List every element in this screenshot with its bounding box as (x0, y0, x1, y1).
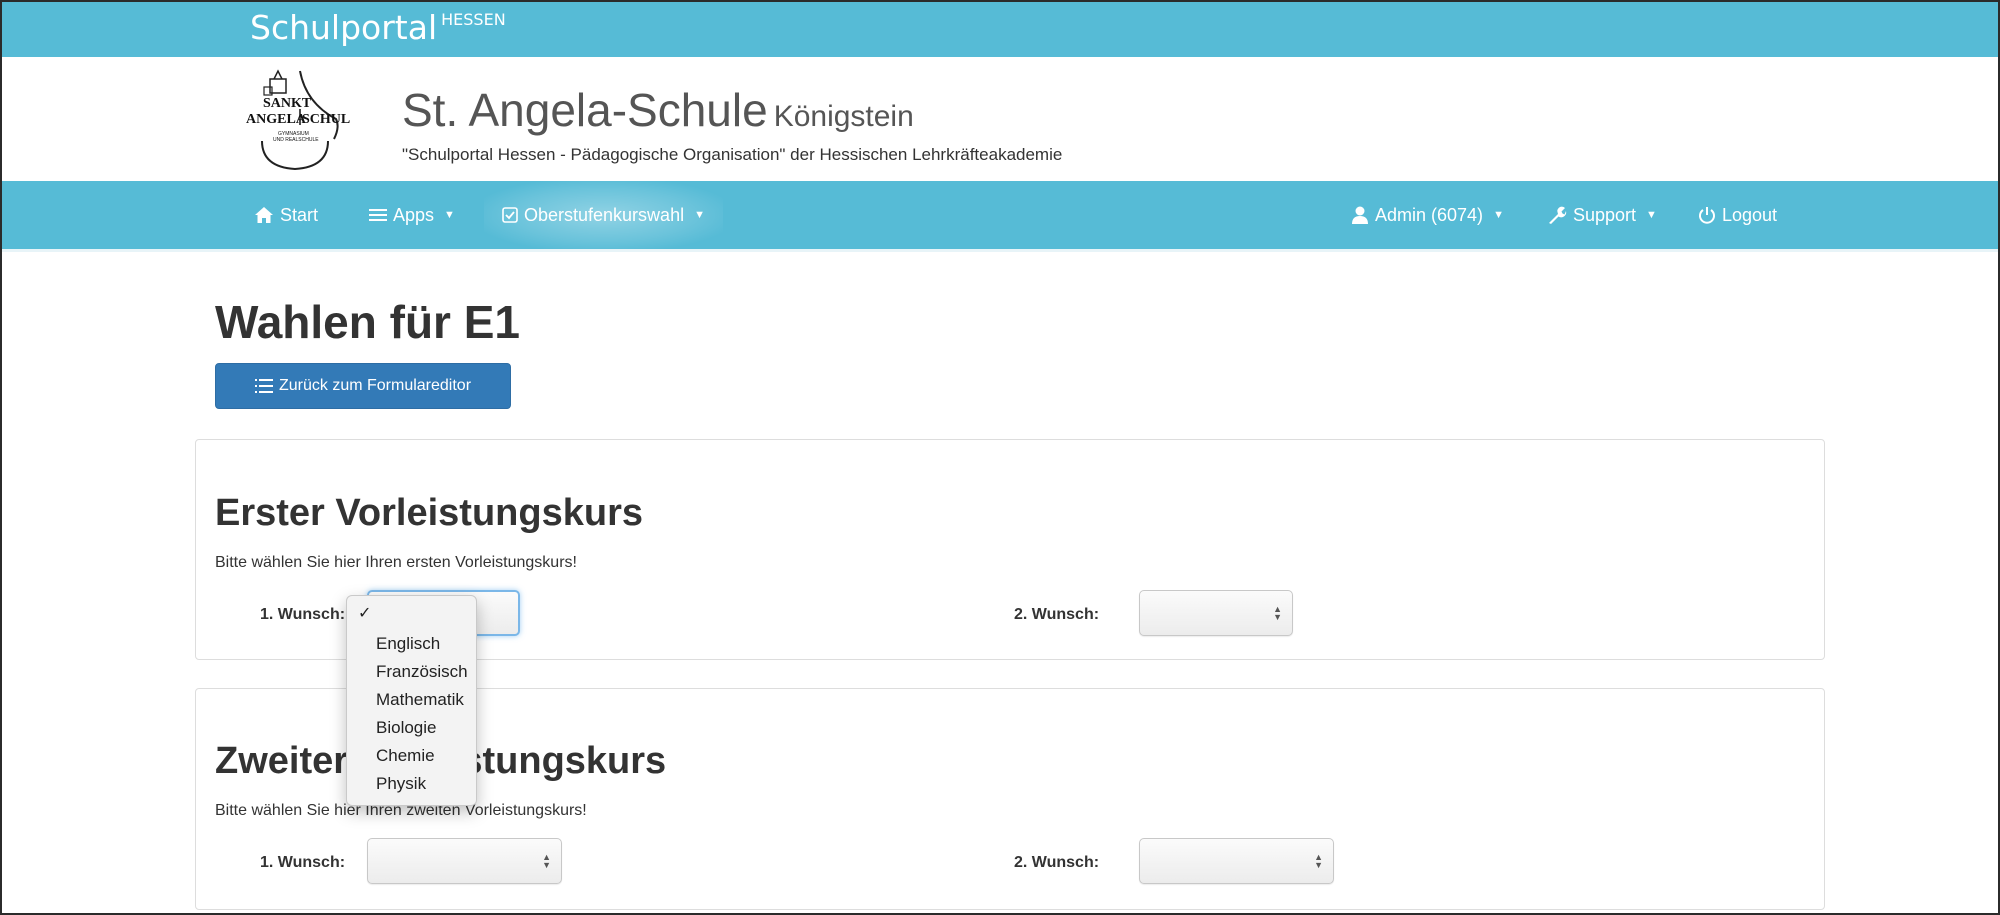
wish1-label: 1. Wunsch: (260, 854, 346, 871)
school-town: Königstein (773, 100, 914, 133)
select-arrows-icon: ▲ ▼ (1314, 852, 1323, 870)
main-navbar: Start Apps ▼ Oberstufenkurswahl ▼ Admin (6… (2, 181, 1998, 252)
dropdown-option[interactable]: Biologie (376, 714, 468, 742)
checkbox-icon (502, 207, 518, 223)
wish2-select[interactable]: ▲ ▼ (1139, 838, 1334, 884)
nav-start-label: Start (280, 205, 319, 225)
nav-apps[interactable]: Apps ▼ (369, 181, 455, 249)
wish2-label: 2. Wunsch: (1014, 854, 1100, 871)
logo-text-1: SANKT (263, 96, 312, 111)
wish2-select[interactable]: ▲ ▼ (1139, 590, 1293, 636)
wish1-dropdown-menu: ✓ Englisch Französisch Mathematik Biolog… (346, 595, 477, 806)
nav-apps-label: Apps (393, 205, 435, 225)
school-header: SANKT ANGELA SCHULE GYMNASIUM UND REALSC… (2, 57, 1998, 181)
logo-text-3: SCHULE (302, 112, 350, 127)
wish1-label: 1. Wunsch: (260, 606, 346, 623)
user-icon (1352, 206, 1368, 224)
nav-admin[interactable]: Admin (6074) ▼ (1351, 181, 1504, 249)
dropdown-option[interactable]: Englisch (376, 630, 468, 658)
portal-brand-sup: HESSEN (441, 10, 506, 29)
wrench-icon (1549, 206, 1567, 224)
menu-icon (369, 209, 387, 221)
wish1-select[interactable]: ▲ ▼ (367, 838, 562, 884)
school-logo[interactable]: SANKT ANGELA SCHULE GYMNASIUM UND REALSC… (240, 63, 350, 173)
caret-down-icon: ▼ (1493, 209, 1504, 221)
caret-down-icon: ▼ (1646, 209, 1657, 221)
dropdown-option[interactable]: Chemie (376, 742, 468, 770)
nav-support-label: Support (1573, 205, 1637, 225)
nav-support[interactable]: Support ▼ (1547, 181, 1657, 249)
dropdown-option[interactable]: Mathematik (376, 686, 468, 714)
back-to-form-editor-button[interactable]: Zurück zum Formulareditor (215, 363, 511, 409)
browser-frame: SchulportalHESSEN SANKT ANGELA SCHULE GY… (0, 0, 2000, 915)
portal-brand[interactable]: Schulportal HESSEN (250, 8, 506, 47)
page-title: Wahlen für E1 (215, 296, 520, 348)
nav-logout-label: Logout (1722, 205, 1778, 225)
nav-admin-label: Admin (6074) (1375, 205, 1484, 225)
school-name-text: St. Angela-Schule (402, 84, 768, 136)
nav-start[interactable]: Start (254, 181, 318, 249)
power-icon (1699, 207, 1715, 224)
caret-down-icon: ▼ (694, 209, 705, 221)
selected-check-icon: ✓ (358, 605, 372, 622)
school-subtitle: "Schulportal Hessen - Pädagogische Organ… (402, 145, 1063, 164)
select-arrows-icon: ▲ ▼ (542, 852, 551, 870)
portal-brand-label: Schulportal (250, 8, 438, 47)
caret-down-icon: ▼ (444, 209, 455, 221)
dropdown-options: Englisch Französisch Mathematik Biologie… (376, 630, 468, 798)
wish2-label: 2. Wunsch: (1014, 606, 1100, 623)
logo-text-5: UND REALSCHULE (273, 137, 319, 143)
dropdown-option[interactable]: Französisch (376, 658, 468, 686)
list-icon (254, 379, 273, 393)
portal-bar: Schulportal HESSEN (2, 2, 1998, 57)
nav-oberstufenkurswahl[interactable]: Oberstufenkurswahl ▼ (484, 181, 723, 249)
section-heading: Erster Vorleistungskurs (215, 492, 644, 534)
section-text: Bitte wählen Sie hier Ihren ersten Vorle… (215, 554, 577, 571)
back-button-label: Zurück zum Formulareditor (278, 377, 472, 394)
logo-text-2: ANGELA (246, 112, 307, 127)
nav-logout[interactable]: Logout (1698, 181, 1777, 249)
nav-oberstufenkurswahl-label: Oberstufenkurswahl (524, 205, 685, 225)
school-name: St. Angela-Schule Königstein (402, 83, 914, 137)
dropdown-option[interactable]: Physik (376, 770, 468, 798)
home-icon (255, 207, 273, 223)
select-arrows-icon: ▲ ▼ (1273, 604, 1282, 622)
